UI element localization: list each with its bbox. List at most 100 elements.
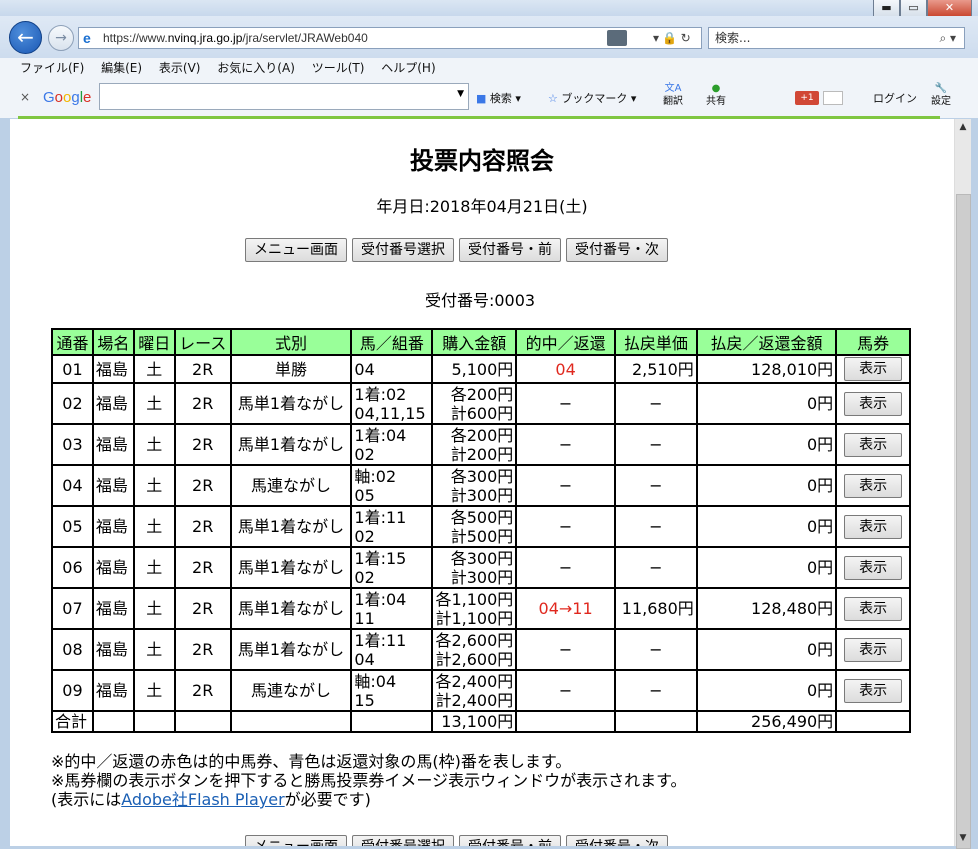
show-ticket-button[interactable]: 表示 xyxy=(844,391,903,416)
cell-ticket: 表示 xyxy=(835,628,911,671)
menu-screen-button[interactable]: メニュー画面 xyxy=(245,238,347,262)
show-ticket-button[interactable]: 表示 xyxy=(844,596,903,621)
cell-payout: 0円 xyxy=(695,464,838,507)
cell-combo: 1着:11 02 xyxy=(350,505,434,548)
show-ticket-button[interactable]: 表示 xyxy=(844,357,903,381)
cell-no: 09 xyxy=(51,669,94,712)
login-link[interactable]: ログイン xyxy=(873,90,917,106)
google-logo: Google xyxy=(43,89,92,106)
url-field[interactable]: e https://www.nvinq.jra.go.jp/jra/servle… xyxy=(78,27,702,49)
table-row: 05 福島 土 2R 馬単1着ながし 1着:11 02 各500円 計500円 − … xyxy=(51,505,911,548)
col-header-payout: 払戻／返還金額 xyxy=(695,328,838,356)
receipt-next-button[interactable]: 受付番号・次 xyxy=(566,238,668,262)
forward-arrow-icon: → xyxy=(55,30,67,46)
menu-edit[interactable]: 編集(E) xyxy=(101,61,142,75)
google-search-button[interactable]: ■ 検索 ▾ xyxy=(476,90,521,106)
cell-ticket: 表示 xyxy=(835,587,911,630)
votes-table: 通番 場名 曜日 レース 式別 馬／組番 購入金額 的中／返還 払戻単価 払戻／… xyxy=(51,328,911,733)
cell-day: 土 xyxy=(132,505,176,548)
cell-type: 馬単1着ながし xyxy=(229,546,353,589)
page-date: 年月日:2018年04月21日(土) xyxy=(376,197,588,216)
share-button[interactable]: ● 共有 xyxy=(706,82,726,108)
receipt-prev-button-bottom[interactable]: 受付番号・前 xyxy=(459,835,561,846)
col-header-type: 式別 xyxy=(229,328,353,356)
cell-hit: − xyxy=(515,669,616,712)
receipt-next-button-bottom[interactable]: 受付番号・次 xyxy=(566,835,668,846)
compatibility-view-icon[interactable] xyxy=(607,30,627,46)
menu-view[interactable]: 表示(V) xyxy=(159,61,201,75)
cell-day: 土 xyxy=(132,382,176,425)
menu-favorites[interactable]: お気に入り(A) xyxy=(217,61,295,75)
show-ticket-button[interactable]: 表示 xyxy=(844,637,903,662)
cell-ticket: 表示 xyxy=(835,505,911,548)
cell-day: 土 xyxy=(132,423,176,466)
search-icon[interactable]: ⌕ ▾ xyxy=(939,28,956,48)
cell-no: 08 xyxy=(51,628,94,671)
cell-place: 福島 xyxy=(91,382,135,425)
plus-one-button[interactable]: +1 xyxy=(795,91,819,105)
scroll-thumb[interactable] xyxy=(956,194,971,849)
show-ticket-button[interactable]: 表示 xyxy=(844,432,903,457)
menu-tools[interactable]: ツール(T) xyxy=(312,61,365,75)
lock-icon[interactable]: 🔒 xyxy=(662,31,677,45)
receipt-select-button-bottom[interactable]: 受付番号選択 xyxy=(352,835,454,846)
cell-place: 福島 xyxy=(91,546,135,589)
close-toolbar-icon[interactable]: × xyxy=(20,90,30,104)
google-search-input[interactable]: ▼ xyxy=(99,83,469,110)
receipt-prev-button[interactable]: 受付番号・前 xyxy=(459,238,561,262)
cell-ticket: 表示 xyxy=(835,546,911,589)
receipt-select-button[interactable]: 受付番号選択 xyxy=(352,238,454,262)
translate-button[interactable]: 文A 翻訳 xyxy=(663,82,683,108)
table-row: 08 福島 土 2R 馬単1着ながし 1着:11 04 各2,600円 計2,600… xyxy=(51,628,911,671)
wrench-icon: 🔧 xyxy=(934,83,948,94)
cell-payout: 128,010円 xyxy=(695,354,838,384)
menu-help[interactable]: ヘルプ(H) xyxy=(381,61,435,75)
vertical-scrollbar[interactable]: ▲ ▼ xyxy=(954,119,971,849)
cell-unit: 11,680円 xyxy=(613,587,698,630)
note-line-3: (表示にはAdobe社Flash Playerが必要です) xyxy=(51,790,371,809)
cell-unit: − xyxy=(613,628,698,671)
cell-place: 福島 xyxy=(91,505,135,548)
cell-amount: 各300円 計300円 xyxy=(431,546,518,589)
show-ticket-button[interactable]: 表示 xyxy=(844,473,903,498)
forward-button[interactable]: → xyxy=(48,25,74,51)
empty-cell xyxy=(350,710,434,733)
cell-payout: 128,480円 xyxy=(695,587,838,630)
cell-payout: 0円 xyxy=(695,628,838,671)
show-ticket-button[interactable]: 表示 xyxy=(844,514,903,539)
table-row: 07 福島 土 2R 馬単1着ながし 1着:04 11 各1,100円 計1,100… xyxy=(51,587,911,630)
url-tools: ▾ 🔒 ↻ xyxy=(653,28,691,48)
note-line-1: ※的中／返還の赤色は的中馬券、青色は返還対象の馬(枠)番を表します。 xyxy=(51,752,572,771)
show-ticket-button[interactable]: 表示 xyxy=(844,555,903,580)
flash-player-link[interactable]: Adobe社Flash Player xyxy=(121,790,284,809)
cell-amount: 各2,400円 計2,400円 xyxy=(431,669,518,712)
dropdown-icon[interactable]: ▾ xyxy=(653,31,659,45)
plus-one-counter xyxy=(823,91,843,105)
menu-file[interactable]: ファイル(F) xyxy=(20,61,84,75)
receipt-number: 受付番号:0003 xyxy=(424,291,536,310)
cell-place: 福島 xyxy=(91,669,135,712)
show-ticket-button[interactable]: 表示 xyxy=(844,678,903,703)
scroll-down-icon[interactable]: ▼ xyxy=(955,830,971,846)
chevron-down-icon[interactable]: ▼ xyxy=(457,89,464,99)
back-button[interactable]: ← xyxy=(9,21,42,54)
translate-icon: 文A xyxy=(664,83,682,94)
refresh-icon[interactable]: ↻ xyxy=(681,31,691,45)
bookmark-button[interactable]: ☆ ブックマーク ▾ xyxy=(548,90,636,106)
cell-day: 土 xyxy=(132,354,176,384)
table-row: 01 福島 土 2R 単勝 04 5,100円 04 2,510円 128,01… xyxy=(51,354,911,384)
browser-search-input[interactable]: 検索... ⌕ ▾ xyxy=(708,27,965,49)
cell-no: 04 xyxy=(51,464,94,507)
cell-unit: − xyxy=(613,382,698,425)
cell-no: 03 xyxy=(51,423,94,466)
settings-button[interactable]: 🔧 設定 xyxy=(931,82,951,108)
cell-day: 土 xyxy=(132,546,176,589)
cell-day: 土 xyxy=(132,464,176,507)
menu-screen-button-bottom[interactable]: メニュー画面 xyxy=(245,835,347,846)
cell-race: 2R xyxy=(173,669,232,712)
scroll-up-icon[interactable]: ▲ xyxy=(955,119,971,135)
table-row: 03 福島 土 2R 馬単1着ながし 1着:04 02 各200円 計200円 − … xyxy=(51,423,911,466)
cell-payout: 0円 xyxy=(695,382,838,425)
empty-cell xyxy=(173,710,232,733)
table-row: 06 福島 土 2R 馬単1着ながし 1着:15 02 各300円 計300円 − … xyxy=(51,546,911,589)
